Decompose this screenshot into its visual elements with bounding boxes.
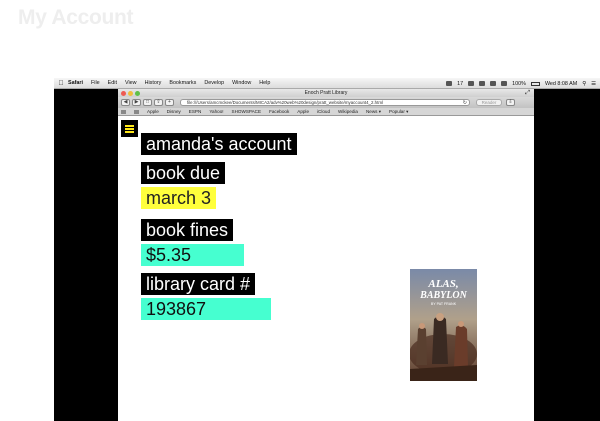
bookmark-apple-2[interactable]: Apple	[297, 109, 309, 114]
reader-button[interactable]: Reader	[476, 99, 502, 106]
notification-badge: 17	[457, 80, 464, 87]
apple-menu-icon[interactable]: 	[54, 80, 68, 87]
desktop-screen:  Safari File Edit View History Bookmark…	[54, 78, 600, 421]
bluetooth-icon[interactable]	[479, 81, 486, 86]
window-title: Enoch Pratt Library	[304, 90, 348, 96]
bookmarks-bar: Apple Disney ESPN Yahoo! SHOWSPACE Faceb…	[118, 108, 534, 116]
book-cover-title-line2: BABYLON	[419, 290, 467, 301]
bookmark-apple[interactable]: Apple	[147, 109, 159, 114]
bookmark-espn[interactable]: ESPN	[189, 109, 202, 114]
book-fines-label: book fines	[141, 219, 234, 241]
reading-list-icon[interactable]	[121, 109, 126, 114]
menu-edit[interactable]: Edit	[108, 80, 117, 86]
sidebar-icon[interactable]: □	[143, 99, 152, 106]
downloads-icon[interactable]: ⇩	[506, 99, 515, 106]
minimize-window-icon[interactable]	[128, 90, 133, 96]
volume-icon[interactable]	[501, 81, 508, 86]
menu-develop[interactable]: Develop	[204, 80, 224, 86]
address-bar-url: file:///Users/amcmckee/Documents/MICA2/a…	[187, 100, 383, 105]
slide-title: My Account	[18, 6, 134, 29]
traffic-lights	[121, 90, 142, 96]
book-fines-value: $5.35	[141, 244, 244, 266]
account-heading: amanda's account	[141, 133, 297, 155]
browser-toolbar: ◀ ▶ □ ⇧ + file:///Users/amcmckee/Documen…	[118, 97, 534, 108]
forward-button[interactable]: ▶	[132, 99, 141, 106]
address-bar[interactable]: file:///Users/amcmckee/Documents/MICA2/a…	[180, 99, 470, 106]
battery-icon[interactable]	[530, 81, 540, 86]
notification-icon[interactable]	[446, 81, 453, 86]
book-cover-title-line1: ALAS,	[427, 278, 458, 290]
hamburger-menu-button[interactable]	[121, 120, 138, 137]
window-titlebar: Enoch Pratt Library ⤢	[118, 89, 534, 97]
page-content: amanda's account book due march 3 book f…	[118, 116, 534, 421]
mac-menubar:  Safari File Edit View History Bookmark…	[54, 78, 600, 89]
menu-bookmarks[interactable]: Bookmarks	[169, 80, 196, 86]
menubar-clock[interactable]: Wed 8:08 AM	[545, 81, 577, 87]
menu-view[interactable]: View	[125, 80, 137, 86]
book-due-label: book due	[141, 162, 226, 184]
bookmark-facebook[interactable]: Facebook	[269, 109, 289, 114]
menu-window[interactable]: Window	[232, 80, 251, 86]
share-icon[interactable]: ⇧	[154, 99, 163, 106]
close-window-icon[interactable]	[121, 90, 126, 96]
safari-window: Enoch Pratt Library ⤢ ◀ ▶ □ ⇧ + file:///…	[118, 89, 534, 421]
book-cover-image[interactable]: ALAS, BABYLON BY PAT FRANK	[410, 269, 477, 381]
library-card-value: 193867	[141, 298, 271, 320]
back-button[interactable]: ◀	[121, 99, 130, 106]
book-due-value: march 3	[141, 187, 217, 209]
menu-file[interactable]: File	[91, 80, 100, 86]
reload-icon[interactable]: ↻	[463, 100, 467, 105]
bookmark-icloud[interactable]: iCloud	[317, 109, 330, 114]
bookmark-disney[interactable]: Disney	[167, 109, 181, 114]
notification-center-icon[interactable]: ☰	[591, 81, 596, 87]
display-icon[interactable]	[468, 81, 475, 86]
menubar-status-area: 17 100% Wed 8:08 AM ⚲ ☰	[441, 78, 596, 89]
add-bookmark-button[interactable]: +	[165, 99, 174, 106]
menu-help[interactable]: Help	[259, 80, 270, 86]
bookmark-wikipedia[interactable]: Wikipedia	[338, 109, 358, 114]
top-sites-icon[interactable]	[134, 109, 139, 114]
battery-percent: 100%	[512, 80, 526, 87]
fullscreen-icon[interactable]: ⤢	[525, 89, 530, 97]
bookmark-yahoo[interactable]: Yahoo!	[209, 109, 223, 114]
bookmark-news[interactable]: News ▾	[366, 109, 381, 115]
library-card-label: library card #	[141, 273, 256, 295]
spotlight-icon[interactable]: ⚲	[582, 81, 586, 87]
book-cover-author: BY PAT FRANK	[431, 302, 457, 306]
bookmark-popular[interactable]: Popular ▾	[389, 109, 408, 115]
bookmark-showspace[interactable]: SHOWSPACE	[232, 109, 262, 114]
zoom-window-icon[interactable]	[135, 90, 140, 96]
menu-safari[interactable]: Safari	[68, 80, 83, 86]
menu-history[interactable]: History	[145, 80, 162, 86]
wifi-icon[interactable]	[490, 81, 497, 86]
